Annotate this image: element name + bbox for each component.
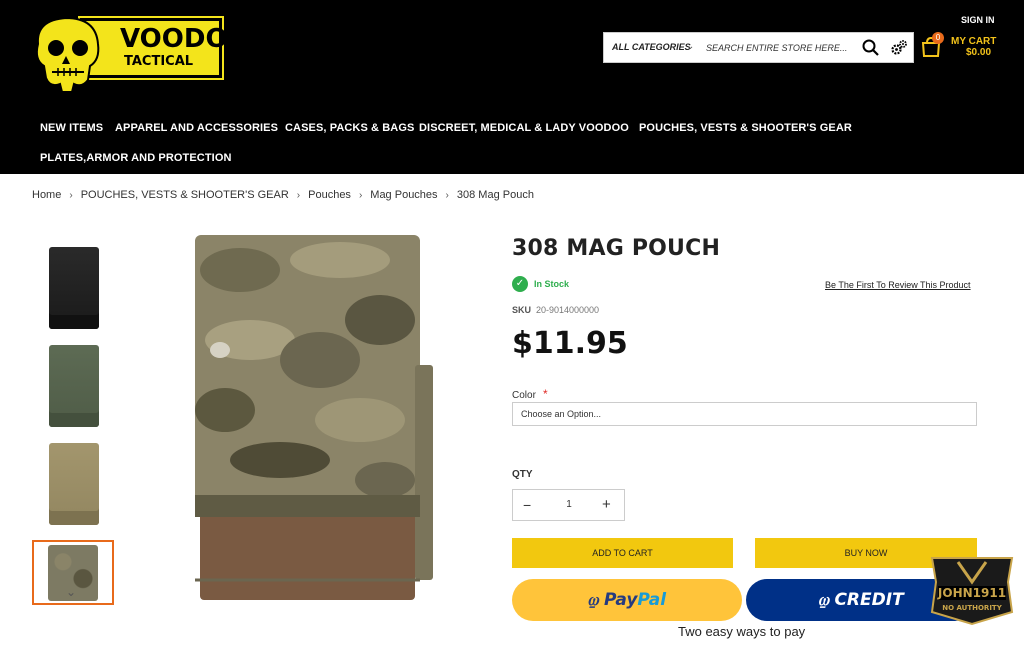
stock-status: In Stock [534, 279, 570, 289]
qty-label: QTY [512, 469, 533, 480]
logo-text-tactical: TACTICAL [124, 54, 194, 69]
product-main-image[interactable] [190, 230, 440, 605]
site-header: VOODOO TACTICAL ALL CATEGORIES ⌄ SIGN IN… [0, 0, 1024, 174]
search-category-select[interactable]: ALL CATEGORIES [612, 42, 691, 52]
paypal-logo-icon: ⍹ [587, 590, 605, 610]
breadcrumb-current: 308 Mag Pouch [456, 189, 534, 201]
skull-icon [35, 16, 100, 93]
thumbnail-olive[interactable] [33, 342, 115, 430]
nav-discreet-medical[interactable]: DISCREET, MEDICAL & LADY VOODOO [419, 122, 629, 134]
product-price: $11.95 [512, 326, 628, 361]
search-icon[interactable] [861, 38, 881, 58]
sign-in-link[interactable]: SIGN IN [961, 15, 995, 25]
chevron-right-icon: › [69, 190, 73, 201]
chevron-right-icon: › [358, 190, 363, 201]
required-asterisk: * [543, 387, 548, 401]
review-link[interactable]: Be The First To Review This Product [825, 280, 971, 290]
pay-caption: Two easy ways to pay [678, 624, 806, 639]
cart-total: $0.00 [966, 47, 992, 58]
john1911-watermark-logo: JOHN1911 NO AUTHORITY [930, 557, 1014, 626]
nav-cases-packs-bags[interactable]: CASES, PACKS & BAGS [285, 122, 414, 134]
chevron-down-icon[interactable]: ⌄ [686, 41, 694, 52]
watermark-subtitle: NO AUTHORITY [942, 604, 1002, 612]
sku-value: 20-9014000000 [536, 305, 600, 315]
plus-icon[interactable]: + [602, 496, 611, 513]
check-circle-icon: ✓ [512, 276, 528, 292]
cart-count-badge: 0 [932, 32, 944, 44]
thumbnail-black[interactable] [33, 244, 115, 332]
nav-pouches-vests[interactable]: POUCHES, VESTS & SHOOTER'S GEAR [639, 122, 852, 134]
breadcrumb-home[interactable]: Home [32, 189, 61, 201]
color-label: Color [512, 390, 536, 401]
nav-apparel[interactable]: APPAREL AND ACCESSORIES [115, 122, 278, 134]
paypal-logo-icon: ⍹ [818, 590, 835, 610]
breadcrumb-mag-pouches[interactable]: Mag Pouches [370, 189, 437, 201]
paypal-label-pal: Pal [637, 590, 667, 610]
my-cart-link[interactable]: MY CART [951, 36, 996, 47]
quantity-stepper: − 1 + [512, 489, 625, 521]
settings-gear-icon[interactable] [890, 39, 908, 57]
breadcrumb: Home › POUCHES, VESTS & SHOOTER'S GEAR › Pou… [32, 189, 534, 201]
paypal-button[interactable]: ⍹ PayPal [512, 579, 742, 621]
pouch-image-olive [49, 345, 99, 427]
chevron-right-icon: › [296, 190, 301, 201]
pouch-image-black [49, 247, 99, 329]
chevron-down-icon[interactable]: ⌄ [66, 585, 76, 599]
color-select[interactable]: Choose an Option... [512, 402, 977, 426]
logo-text-voodoo: VOODOO [120, 24, 250, 54]
paypal-label-pay: Pay [604, 590, 638, 610]
credit-label: CREDIT [834, 590, 904, 610]
chevron-right-icon: › [445, 190, 449, 201]
add-to-cart-button[interactable]: ADD TO CART [512, 538, 733, 568]
search-bar: ALL CATEGORIES ⌄ [603, 32, 914, 63]
search-input[interactable] [706, 39, 856, 57]
nav-new-items[interactable]: NEW ITEMS [40, 122, 103, 134]
nav-plates-armor[interactable]: PLATES,ARMOR AND PROTECTION [40, 152, 232, 164]
product-title: 308 MAG POUCH [512, 236, 721, 261]
minus-icon[interactable]: − [523, 497, 531, 513]
pouch-image-coyote [49, 443, 99, 525]
watermark-title: JOHN1911 [937, 586, 1006, 600]
sku-label: SKU [512, 305, 532, 315]
breadcrumb-pouches-vests[interactable]: POUCHES, VESTS & SHOOTER'S GEAR [81, 189, 289, 201]
voodoo-tactical-logo[interactable]: VOODOO TACTICAL [32, 14, 250, 96]
qty-input[interactable]: 1 [559, 499, 579, 510]
thumbnail-coyote[interactable] [33, 440, 115, 528]
breadcrumb-pouches[interactable]: Pouches [308, 189, 351, 201]
